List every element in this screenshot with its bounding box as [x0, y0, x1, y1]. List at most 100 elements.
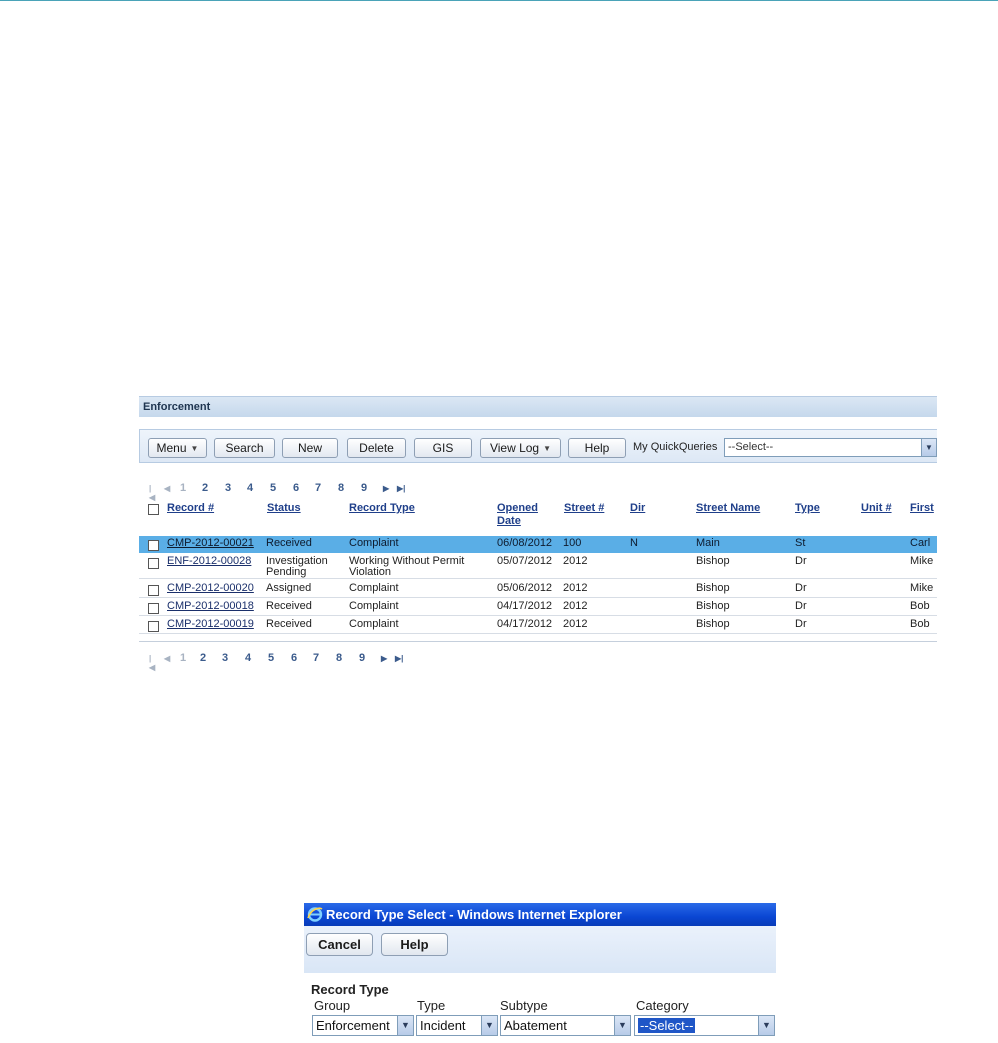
page-current: 1 — [180, 482, 187, 494]
subtype-select[interactable]: Abatement ▼ — [500, 1015, 631, 1036]
cell-record-type-text: Complaint — [349, 600, 399, 612]
table-row[interactable]: CMP-2012-00020 Assigned Complaint 05/06/201… — [139, 581, 937, 598]
column-header-street-no[interactable]: Street # — [564, 502, 604, 515]
page-link[interactable]: 8 — [336, 652, 342, 664]
category-value: --Select-- — [636, 1017, 697, 1034]
cell-type-text: Dr — [795, 618, 807, 630]
cell-record[interactable]: CMP-2012-00020 — [167, 583, 254, 594]
cell-opened-date: 05/06/2012 — [497, 583, 552, 594]
cell-first: Mike — [910, 583, 933, 594]
table-row[interactable]: ENF-2012-00028 Investigation Pending Workin… — [139, 554, 937, 579]
cell-street-name-text: Main — [696, 537, 720, 549]
cell-street-no-text: 2012 — [563, 555, 588, 567]
cell-type-text: Dr — [795, 600, 807, 612]
page-link[interactable]: 2 — [202, 482, 208, 494]
cell-opened-date-text: 05/07/2012 — [497, 555, 553, 567]
cell-record-text: ENF-2012-00028 — [167, 555, 252, 567]
cell-record[interactable]: CMP-2012-00019 — [167, 619, 254, 630]
cell-record-text: CMP-2012-00018 — [167, 600, 254, 612]
group-label: Group — [314, 998, 351, 1013]
chevron-down-icon[interactable]: ▼ — [397, 1016, 413, 1035]
cell-status-text: Received — [266, 600, 312, 612]
search-button[interactable]: Search — [214, 438, 275, 458]
cell-opened-date: 06/08/2012 — [497, 538, 552, 549]
column-header-status[interactable]: Status — [267, 502, 301, 515]
cancel-button[interactable]: Cancel — [306, 933, 373, 956]
enforcement-panel: Enforcement Menu ▼ Search New Delete GIS… — [139, 396, 937, 676]
cell-record[interactable]: CMP-2012-00018 — [167, 601, 254, 612]
cell-opened-date: 04/17/2012 — [497, 601, 552, 612]
cell-record-type-text: Complaint — [349, 618, 399, 630]
gis-button[interactable]: GIS — [414, 438, 472, 458]
cell-status-text: Assigned — [266, 582, 312, 594]
page-link[interactable]: 9 — [361, 482, 367, 494]
next-page-icon[interactable]: ▶ — [383, 484, 389, 493]
cell-record-type: Complaint — [349, 619, 399, 630]
column-header-unit[interactable]: Unit # — [861, 502, 892, 515]
table-row[interactable]: CMP-2012-00019 Received Complaint 04/17/201… — [139, 617, 937, 634]
menu-button[interactable]: Menu ▼ — [148, 438, 207, 458]
cell-status: Received — [266, 538, 312, 549]
column-header-record[interactable]: Record # — [167, 502, 214, 515]
table-row[interactable]: CMP-2012-00021 Received Complaint 06/08/201… — [139, 536, 937, 553]
page-link[interactable]: 3 — [222, 652, 228, 664]
type-value: Incident — [420, 1018, 466, 1033]
cell-status: Assigned — [266, 583, 311, 594]
view-log-button[interactable]: View Log ▼ — [480, 438, 561, 458]
column-header-first[interactable]: First — [910, 502, 934, 515]
row-checkbox[interactable] — [148, 603, 159, 614]
cell-type: Dr — [795, 601, 807, 612]
top-rule — [0, 0, 998, 1]
new-button[interactable]: New — [282, 438, 338, 458]
next-page-icon[interactable]: ▶ — [381, 654, 387, 663]
chevron-down-icon[interactable]: ▼ — [758, 1016, 774, 1035]
page-link[interactable]: 3 — [225, 482, 231, 494]
row-checkbox[interactable] — [148, 585, 159, 596]
page-link[interactable]: 9 — [359, 652, 365, 664]
cell-status: Received — [266, 601, 312, 612]
cell-record[interactable]: ENF-2012-00028 — [167, 556, 251, 567]
page-link[interactable]: 4 — [247, 482, 253, 494]
page-link[interactable]: 6 — [293, 482, 299, 494]
help-button[interactable]: Help — [381, 933, 448, 956]
page-link[interactable]: 7 — [313, 652, 319, 664]
category-select[interactable]: --Select-- ▼ — [634, 1015, 775, 1036]
column-header-opened[interactable]: Opened Date — [497, 502, 538, 528]
cell-first-text: Carl — [910, 537, 931, 549]
page-link[interactable]: 5 — [268, 652, 274, 664]
page-link[interactable]: 4 — [245, 652, 251, 664]
page-link[interactable]: 2 — [200, 652, 206, 664]
cell-street-no: 2012 — [563, 583, 587, 594]
group-select[interactable]: Enforcement ▼ — [312, 1015, 414, 1036]
table-row[interactable]: CMP-2012-00018 Received Complaint 04/17/201… — [139, 599, 937, 616]
column-header-street-name[interactable]: Street Name — [696, 502, 760, 515]
select-all-checkbox[interactable] — [148, 504, 159, 515]
chevron-down-icon[interactable]: ▼ — [481, 1016, 497, 1035]
chevron-down-icon[interactable]: ▼ — [614, 1016, 630, 1035]
column-header-opened-line1: Opened — [497, 502, 538, 514]
column-header-record-type[interactable]: Record Type — [349, 502, 415, 515]
cell-record[interactable]: CMP-2012-00021 — [167, 538, 254, 549]
help-button[interactable]: Help — [568, 438, 626, 458]
column-header-type[interactable]: Type — [795, 502, 820, 515]
type-select[interactable]: Incident ▼ — [416, 1015, 498, 1036]
cell-first-text: Mike — [910, 582, 934, 594]
row-checkbox[interactable] — [148, 558, 159, 569]
cell-first-text: Bob — [910, 618, 930, 630]
page-link[interactable]: 8 — [338, 482, 344, 494]
page-link[interactable]: 7 — [315, 482, 321, 494]
last-page-icon[interactable]: ▶| — [397, 484, 405, 493]
view-log-button-label: View Log — [489, 441, 540, 455]
last-page-icon[interactable]: ▶| — [395, 654, 403, 663]
row-checkbox[interactable] — [148, 540, 159, 551]
cell-type: St — [795, 538, 805, 549]
cell-dir-text: N — [630, 537, 638, 549]
column-header-dir[interactable]: Dir — [630, 502, 645, 515]
chevron-down-icon[interactable]: ▼ — [921, 439, 936, 456]
cell-record-type-text-line2: Violation — [349, 566, 391, 578]
delete-button[interactable]: Delete — [347, 438, 406, 458]
page-link[interactable]: 6 — [291, 652, 297, 664]
row-checkbox[interactable] — [148, 621, 159, 632]
quickqueries-select[interactable]: --Select-- ▼ — [724, 438, 937, 457]
page-link[interactable]: 5 — [270, 482, 276, 494]
